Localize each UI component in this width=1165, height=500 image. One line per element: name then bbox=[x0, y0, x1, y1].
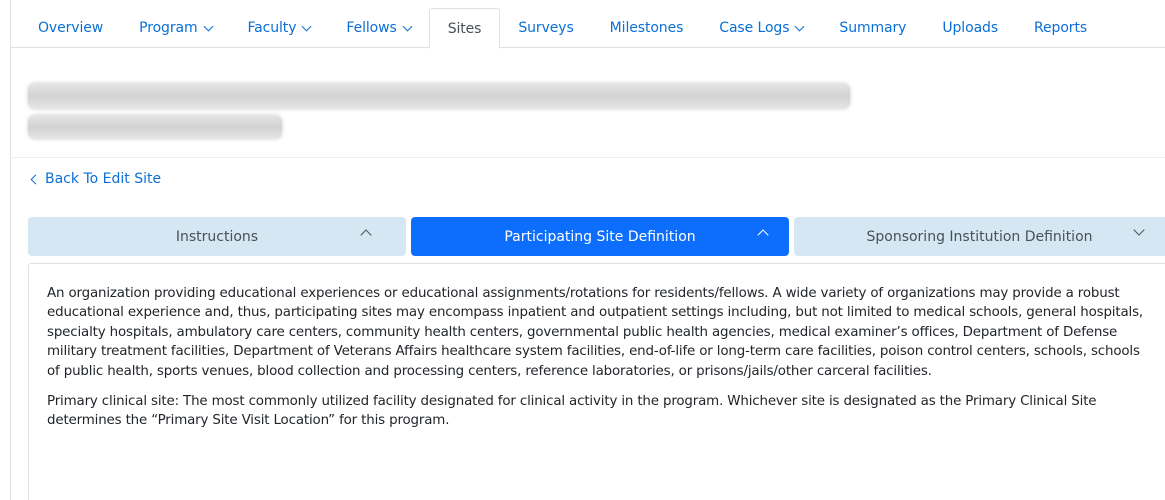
tab-faculty[interactable]: Faculty bbox=[230, 8, 329, 48]
participating-site-definition-panel: An organization providing educational ex… bbox=[28, 263, 1165, 500]
chevron-up-icon bbox=[757, 229, 769, 241]
tab-fellows[interactable]: Fellows bbox=[328, 8, 428, 48]
tab-surveys[interactable]: Surveys bbox=[500, 8, 591, 48]
chevron-down-icon bbox=[1133, 224, 1145, 236]
tab-milestones[interactable]: Milestones bbox=[592, 8, 702, 48]
chevron-left-icon bbox=[30, 174, 41, 184]
chevron-down-icon bbox=[301, 21, 312, 31]
back-to-edit-site-link[interactable]: Back To Edit Site bbox=[30, 171, 161, 187]
tab-summary[interactable]: Summary bbox=[821, 8, 924, 48]
section-divider bbox=[10, 157, 1165, 158]
tab-reports[interactable]: Reports bbox=[1016, 8, 1105, 48]
tab-program[interactable]: Program bbox=[121, 8, 229, 48]
chevron-down-icon bbox=[794, 21, 805, 31]
primary-clinical-site-paragraph: Primary clinical site: The most commonly… bbox=[47, 394, 1097, 429]
chevron-down-icon bbox=[203, 21, 213, 31]
redacted-title-bar bbox=[28, 83, 850, 109]
chevron-up-icon bbox=[360, 229, 372, 241]
accordion-sponsoring-institution-definition-button[interactable]: Sponsoring Institution Definition bbox=[794, 217, 1165, 256]
redacted-subtitle-bar bbox=[28, 115, 282, 139]
tab-overview[interactable]: Overview bbox=[20, 8, 121, 48]
tab-uploads[interactable]: Uploads bbox=[924, 8, 1016, 48]
top-nav-tabs: Overview Program Faculty Fellows Sites S… bbox=[10, 8, 1165, 49]
chevron-down-icon bbox=[402, 21, 413, 31]
tab-sites[interactable]: Sites bbox=[428, 8, 501, 49]
tab-case-logs[interactable]: Case Logs bbox=[701, 8, 821, 48]
accordion-instructions-button[interactable]: Instructions bbox=[28, 217, 406, 256]
accordion-participating-site-definition-button[interactable]: Participating Site Definition bbox=[411, 217, 789, 256]
definition-paragraph: An organization providing educational ex… bbox=[47, 286, 1144, 379]
